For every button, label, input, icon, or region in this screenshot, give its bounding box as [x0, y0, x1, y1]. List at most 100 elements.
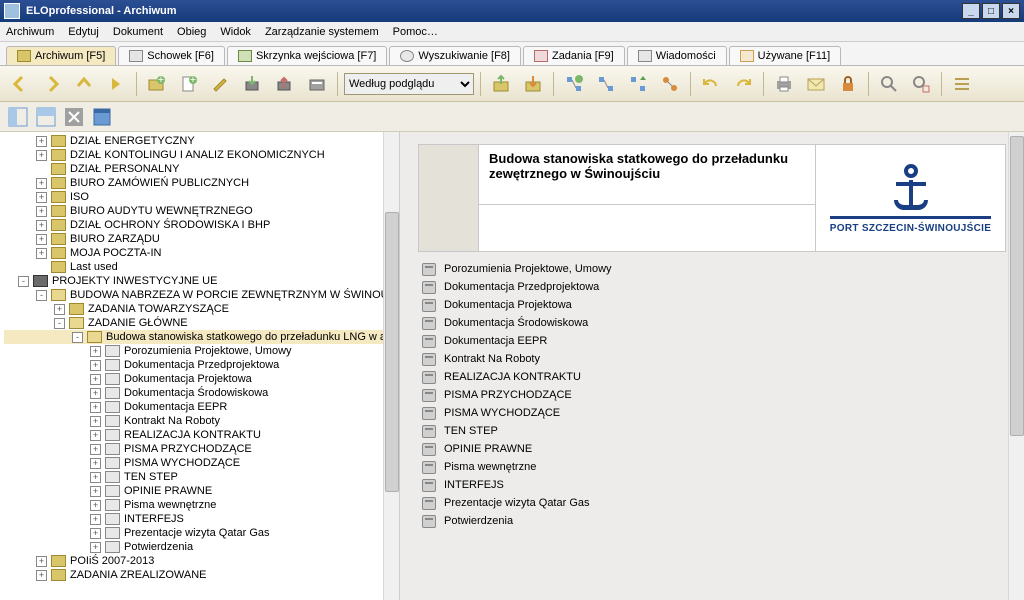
process-button[interactable]	[656, 70, 684, 98]
collapse-icon[interactable]: -	[72, 332, 83, 343]
tree-node[interactable]: +Dokumentacja EEPR	[4, 400, 399, 414]
tree-node[interactable]: +ZADANIA ZREALIZOWANE	[4, 568, 399, 582]
tree-node[interactable]: -BUDOWA NABRZEZA W PORCIE ZEWNĘTRZNYM W …	[4, 288, 399, 302]
expand-icon[interactable]: +	[90, 430, 101, 441]
menu-item[interactable]: Pomoc…	[393, 26, 438, 38]
layout-window-button[interactable]	[90, 105, 114, 129]
expand-icon[interactable]: +	[90, 416, 101, 427]
list-item[interactable]: Dokumentacja Środowiskowa	[418, 314, 1006, 332]
expand-icon[interactable]: +	[36, 178, 47, 189]
new-folder-button[interactable]: +	[143, 70, 171, 98]
tree-node[interactable]: +ISO	[4, 190, 399, 204]
list-item[interactable]: Dokumentacja Projektowa	[418, 296, 1006, 314]
workflow-run-button[interactable]	[624, 70, 652, 98]
zoom-button[interactable]	[875, 70, 903, 98]
expand-icon[interactable]: +	[36, 570, 47, 581]
maximize-button[interactable]: □	[982, 3, 1000, 19]
tree-node[interactable]: +BIURO ZARZĄDU	[4, 232, 399, 246]
checkin-button[interactable]	[271, 70, 299, 98]
list-item[interactable]: Prezentacje wizyta Qatar Gas	[418, 494, 1006, 512]
list-item[interactable]: PISMA WYCHODZĄCE	[418, 404, 1006, 422]
expand-icon[interactable]: +	[90, 514, 101, 525]
menu-item[interactable]: Archiwum	[6, 26, 54, 38]
expand-icon[interactable]: +	[90, 486, 101, 497]
tree-node[interactable]: +Pisma wewnętrzne	[4, 498, 399, 512]
expand-icon[interactable]: +	[90, 346, 101, 357]
expand-icon[interactable]: +	[36, 192, 47, 203]
tab[interactable]: Archiwum [F5]	[6, 46, 116, 65]
expand-icon[interactable]: +	[90, 472, 101, 483]
scan-button[interactable]	[303, 70, 331, 98]
expand-icon[interactable]: +	[90, 444, 101, 455]
detail-scrollbar[interactable]	[1008, 132, 1024, 600]
menu-item[interactable]: Dokument	[113, 26, 163, 38]
tab[interactable]: Używane [F11]	[729, 46, 842, 65]
tree-node[interactable]: +PISMA PRZYCHODZĄCE	[4, 442, 399, 456]
expand-icon[interactable]: +	[54, 304, 65, 315]
layout-horizontal-button[interactable]	[6, 105, 30, 129]
tree-node[interactable]: +DZIAŁ OCHRONY ŚRODOWISKA I BHP	[4, 218, 399, 232]
layout-close-button[interactable]	[62, 105, 86, 129]
tree-node[interactable]: +PISMA WYCHODZĄCE	[4, 456, 399, 470]
tree-node[interactable]: +Kontrakt Na Roboty	[4, 414, 399, 428]
list-item[interactable]: OPINIE PRAWNE	[418, 440, 1006, 458]
new-document-button[interactable]: +	[175, 70, 203, 98]
collapse-icon[interactable]: -	[54, 318, 65, 329]
nav-forward-button[interactable]	[38, 70, 66, 98]
view-mode-select[interactable]: Według podglądu	[344, 73, 474, 95]
workflow-new-button[interactable]	[560, 70, 588, 98]
tab[interactable]: Skrzynka wejściowa [F7]	[227, 46, 387, 65]
tree-node[interactable]: +TEN STEP	[4, 470, 399, 484]
edit-button[interactable]	[207, 70, 235, 98]
workflow-view-button[interactable]	[592, 70, 620, 98]
nav-back-button[interactable]	[6, 70, 34, 98]
tree-node[interactable]: +DZIAŁ KONTOLINGU I ANALIZ EKONOMICZNYCH	[4, 148, 399, 162]
tree-node[interactable]: +Porozumienia Projektowe, Umowy	[4, 344, 399, 358]
collapse-icon[interactable]: -	[18, 276, 29, 287]
tree-scrollbar[interactable]	[383, 132, 399, 600]
expand-icon[interactable]: +	[36, 150, 47, 161]
tree-node[interactable]: DZIAŁ PERSONALNY	[4, 162, 399, 176]
tree-node[interactable]: +ZADANIA TOWARZYSZĄCE	[4, 302, 399, 316]
nav-next-button[interactable]	[102, 70, 130, 98]
print-button[interactable]	[770, 70, 798, 98]
import-button[interactable]	[519, 70, 547, 98]
list-item[interactable]: Kontrakt Na Roboty	[418, 350, 1006, 368]
expand-icon[interactable]: +	[36, 234, 47, 245]
tree-node[interactable]: +REALIZACJA KONTRAKTU	[4, 428, 399, 442]
list-item[interactable]: Pisma wewnętrzne	[418, 458, 1006, 476]
list-item[interactable]: Dokumentacja Przedprojektowa	[418, 278, 1006, 296]
expand-icon[interactable]: +	[36, 556, 47, 567]
list-item[interactable]: INTERFEJS	[418, 476, 1006, 494]
menu-item[interactable]: Edytuj	[68, 26, 99, 38]
expand-icon[interactable]: +	[90, 528, 101, 539]
zoom-select-button[interactable]	[907, 70, 935, 98]
tree-node[interactable]: +DZIAŁ ENERGETYCZNY	[4, 134, 399, 148]
expand-icon[interactable]: +	[36, 136, 47, 147]
expand-icon[interactable]: +	[90, 500, 101, 511]
tab[interactable]: Wiadomości	[627, 46, 727, 65]
tab[interactable]: Zadania [F9]	[523, 46, 625, 65]
redo-button[interactable]	[729, 70, 757, 98]
tree-node[interactable]: -PROJEKTY INWESTYCYJNE UE	[4, 274, 399, 288]
undo-button[interactable]	[697, 70, 725, 98]
list-item[interactable]: TEN STEP	[418, 422, 1006, 440]
expand-icon[interactable]: +	[90, 402, 101, 413]
tree-node[interactable]: +Prezentacje wizyta Qatar Gas	[4, 526, 399, 540]
nav-up-button[interactable]	[70, 70, 98, 98]
tab[interactable]: Wyszukiwanie [F8]	[389, 46, 521, 65]
layout-vertical-button[interactable]	[34, 105, 58, 129]
tree-node[interactable]: +Potwierdzenia	[4, 540, 399, 554]
expand-icon[interactable]: +	[36, 248, 47, 259]
collapse-icon[interactable]: -	[36, 290, 47, 301]
tree-node[interactable]: +Dokumentacja Projektowa	[4, 372, 399, 386]
tree-node[interactable]: +Dokumentacja Środowiskowa	[4, 386, 399, 400]
minimize-button[interactable]: _	[962, 3, 980, 19]
expand-icon[interactable]: +	[90, 542, 101, 553]
list-item[interactable]: Potwierdzenia	[418, 512, 1006, 530]
list-item[interactable]: REALIZACJA KONTRAKTU	[418, 368, 1006, 386]
menu-item[interactable]: Obieg	[177, 26, 206, 38]
tree-node[interactable]: Last used	[4, 260, 399, 274]
close-button[interactable]: ×	[1002, 3, 1020, 19]
list-item[interactable]: Dokumentacja EEPR	[418, 332, 1006, 350]
